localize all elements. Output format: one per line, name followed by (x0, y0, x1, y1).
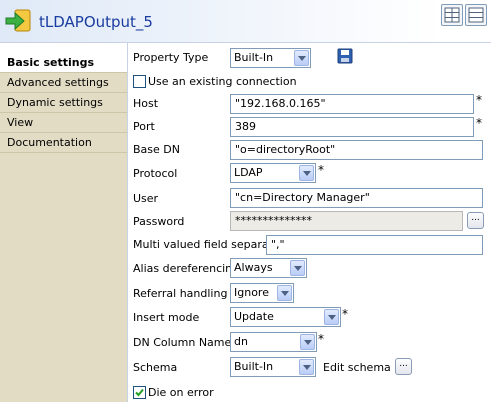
referral-handling-label: Referral handling (133, 287, 228, 300)
referral-handling-select[interactable]: Ignore (230, 283, 294, 303)
dn-column-name-required-marker: * (318, 332, 324, 346)
chevron-down-icon (299, 165, 314, 181)
protocol-label: Protocol (133, 167, 178, 180)
insert-mode-label: Insert mode (133, 311, 200, 324)
multi-separator-label: Multi valued field separator (133, 238, 285, 251)
port-required-marker: * (476, 116, 482, 130)
list-view-button[interactable] (465, 4, 487, 26)
protocol-select[interactable]: LDAP (230, 163, 316, 183)
chevron-down-icon (300, 334, 315, 350)
table-view-button[interactable] (441, 4, 463, 26)
port-label: Port (133, 120, 155, 133)
dn-column-name-label: DN Column Name (133, 336, 232, 349)
edit-schema-button[interactable]: ... (395, 358, 412, 375)
edit-schema-label: Edit schema (323, 361, 391, 374)
alias-dereferencing-label: Alias dereferencing (133, 262, 240, 275)
host-label: Host (133, 97, 159, 110)
host-required-marker: * (476, 93, 482, 107)
user-label: User (133, 192, 159, 205)
chevron-down-icon (290, 260, 305, 276)
user-input[interactable]: "cn=Directory Manager" (230, 188, 483, 208)
alias-dereferencing-select[interactable]: Always (230, 258, 307, 278)
chevron-down-icon (294, 50, 309, 66)
insert-mode-required-marker: * (342, 307, 348, 321)
use-existing-connection-label: Use an existing connection (148, 75, 297, 88)
base-dn-label: Base DN (133, 143, 180, 156)
sidebar-item-dynamic-settings[interactable]: Dynamic settings (0, 93, 127, 113)
property-type-label: Property Type (133, 51, 209, 64)
password-edit-button[interactable]: ... (467, 212, 484, 229)
component-title: tLDAPOutput_5 (39, 13, 153, 31)
dn-column-name-select[interactable]: dn (230, 332, 317, 352)
insert-mode-select[interactable]: Update (230, 307, 341, 327)
port-input[interactable]: 389 (230, 117, 474, 137)
chevron-down-icon (277, 285, 292, 301)
component-header: tLDAPOutput_5 (0, 0, 491, 43)
checkmark-icon (135, 388, 144, 397)
schema-label: Schema (133, 361, 178, 374)
use-existing-connection-checkbox[interactable] (133, 75, 146, 88)
chevron-down-icon (299, 359, 314, 375)
save-icon[interactable] (337, 48, 353, 64)
host-input[interactable]: "192.168.0.165" (230, 94, 474, 114)
property-type-select[interactable]: Built-In (230, 48, 311, 68)
sidebar-item-advanced-settings[interactable]: Advanced settings (0, 73, 127, 93)
grid-icon (444, 7, 460, 23)
multi-separator-input[interactable]: "," (266, 235, 483, 255)
password-input[interactable]: ************** (230, 211, 463, 231)
sidebar-item-basic-settings[interactable]: Basic settings (0, 53, 127, 73)
base-dn-input[interactable]: "o=directoryRoot" (230, 140, 483, 160)
schema-select[interactable]: Built-In (230, 357, 316, 377)
chevron-down-icon (324, 309, 339, 325)
password-label: Password (133, 215, 185, 228)
list-icon (468, 7, 484, 23)
settings-sidebar: Basic settings Advanced settings Dynamic… (0, 53, 127, 402)
sidebar-item-view[interactable]: View (0, 113, 127, 133)
die-on-error-label: Die on error (148, 386, 214, 399)
protocol-required-marker: * (318, 163, 324, 177)
die-on-error-checkbox[interactable] (133, 386, 146, 399)
ldap-output-component-icon (5, 9, 31, 32)
sidebar-item-documentation[interactable]: Documentation (0, 133, 127, 153)
